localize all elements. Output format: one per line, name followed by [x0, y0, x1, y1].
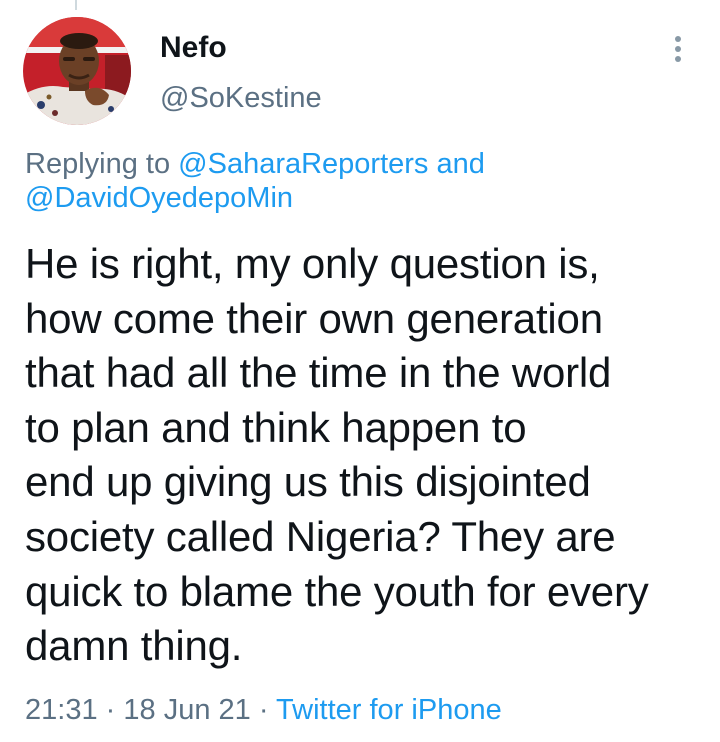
tweet-source-link[interactable]: Twitter for iPhone [276, 694, 502, 726]
avatar[interactable] [23, 17, 131, 125]
mention-saharareporters[interactable]: @SaharaReporters [178, 148, 428, 180]
reply-context: Replying to @SaharaReporters and @DavidOy… [25, 147, 685, 215]
meta-separator: · [105, 694, 116, 726]
more-vertical-icon [675, 36, 681, 62]
thread-connector-line [75, 0, 77, 10]
author-display-name[interactable]: Nefo [160, 30, 227, 66]
avatar-photo [23, 17, 131, 125]
reply-prefix: Replying to [25, 148, 171, 180]
tweet-text: He is right, my only question is, how co… [25, 240, 649, 670]
meta-separator: · [258, 694, 269, 726]
tweet-metadata: 21:31 · 18 Jun 21 · Twitter for iPhone [25, 692, 502, 728]
reply-conjunction: and [436, 148, 485, 180]
tweet-time[interactable]: 21:31 [25, 694, 98, 726]
author-handle[interactable]: @SoKestine [160, 80, 322, 116]
mention-davidoyedepomin[interactable]: @DavidOyedepoMin [25, 182, 293, 214]
more-options-button[interactable] [664, 30, 692, 70]
tweet-date[interactable]: 18 Jun 21 [123, 694, 250, 726]
